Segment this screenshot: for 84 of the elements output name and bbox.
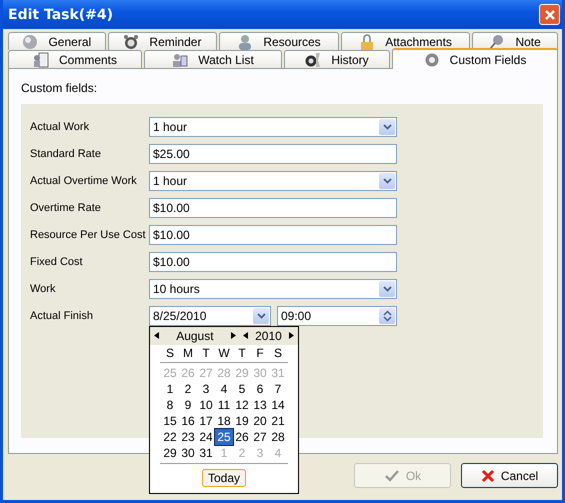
date-field[interactable]: 8/25/2010 [149, 306, 271, 326]
weekday-label: F [255, 345, 265, 361]
text-field[interactable]: $25.00 [149, 144, 397, 164]
year-label: 2010 [255, 328, 282, 342]
calendar-day[interactable]: 30 [179, 444, 197, 460]
field-label: Work [30, 282, 56, 294]
calendar-day[interactable]: 11 [215, 396, 233, 412]
tab[interactable]: Custom Fields [392, 48, 558, 69]
calendar-day[interactable]: 4 [215, 380, 233, 396]
tab[interactable]: Watch List [144, 50, 282, 68]
dropdown-field[interactable]: 1 hour [149, 170, 397, 190]
checkmark-icon [384, 468, 400, 482]
next-month-icon[interactable] [230, 332, 236, 339]
previous-month-icon[interactable] [154, 332, 159, 339]
padlock-icon [359, 34, 376, 50]
today-button[interactable]: Today [202, 468, 246, 486]
calendar-day[interactable]: 3 [197, 380, 215, 396]
calendar-day[interactable]: 16 [179, 412, 197, 428]
document-icon [32, 52, 49, 68]
cancel-button[interactable]: Cancel [461, 463, 558, 488]
spinner-icon [379, 308, 395, 324]
calendar-day[interactable]: 28 [269, 428, 287, 444]
window-title: Edit Task(#4) [8, 6, 114, 22]
text-field[interactable]: $10.00 [149, 224, 397, 244]
field-label: Actual Work [30, 120, 90, 132]
calendar-day[interactable]: 31 [197, 444, 215, 460]
calendar-day[interactable]: 22 [161, 428, 179, 444]
dropdown-field[interactable]: 10 hours [149, 278, 397, 298]
tab[interactable]: Comments [8, 50, 142, 68]
tab[interactable]: Reminder [108, 32, 218, 50]
calendar-day[interactable]: 29 [161, 444, 179, 460]
field-label: Standard Rate [30, 148, 102, 160]
cross-icon [480, 468, 495, 482]
weekday-label: T [237, 345, 247, 361]
calendar-day[interactable]: 6 [251, 380, 269, 396]
dropdown-field[interactable]: 1 hour [149, 116, 397, 136]
calendar-day[interactable]: 9 [179, 396, 197, 412]
calendar-day[interactable]: 5 [233, 380, 251, 396]
calendar-day[interactable]: 12 [233, 396, 251, 412]
calendar-day[interactable]: 10 [197, 396, 215, 412]
calendar-day[interactable]: 15 [161, 412, 179, 428]
calendar-day[interactable]: 17 [197, 412, 215, 428]
weekday-label: T [201, 345, 211, 361]
weekday-label: W [217, 345, 231, 361]
ball-icon [22, 34, 38, 50]
time-field[interactable]: 09:00 [277, 306, 397, 326]
month-label: August [176, 328, 214, 342]
weekday-label: M [182, 345, 194, 361]
calendar-day[interactable]: 13 [251, 396, 269, 412]
tab[interactable]: General [8, 32, 106, 50]
previous-year-icon[interactable] [242, 332, 248, 339]
calendar-day[interactable]: 23 [179, 428, 197, 444]
text-field[interactable]: $10.00 [149, 252, 397, 272]
calendar-day[interactable]: 27 [251, 428, 269, 444]
section-label: Custom fields: [21, 81, 98, 95]
text-field[interactable]: $10.00 [149, 198, 397, 218]
field-label: Overtime Rate [30, 202, 102, 214]
calendar-day[interactable]: 2 [179, 380, 197, 396]
field-label: Resource Per Use Cost [30, 228, 147, 240]
field-label: Actual Finish [30, 310, 94, 322]
next-year-icon[interactable] [289, 332, 294, 339]
calendar-day[interactable]: 25 [215, 428, 233, 444]
calendar-day[interactable]: 7 [269, 380, 287, 396]
close-button[interactable] [539, 4, 560, 25]
weekday-label: S [164, 345, 175, 361]
field-label: Fixed Cost [30, 256, 84, 268]
calendar-day[interactable]: 18 [215, 412, 233, 428]
calendar-day[interactable]: 21 [269, 412, 287, 428]
tab[interactable]: Attachments [340, 32, 470, 50]
calendar-day[interactable]: 1 [161, 380, 179, 396]
calendar-day[interactable]: 19 [233, 412, 251, 428]
calendar-day[interactable]: 24 [197, 428, 215, 444]
tab[interactable]: Resources [219, 32, 339, 50]
people-icon [172, 52, 188, 68]
calendar-day[interactable]: 26 [233, 428, 251, 444]
close-icon [544, 8, 556, 20]
alarm-clock-icon [123, 34, 140, 50]
tab[interactable]: History [284, 50, 390, 68]
field-label: Actual Overtime Work [30, 174, 138, 186]
calendar-day[interactable]: 14 [269, 396, 287, 412]
weekday-label: S [272, 345, 283, 361]
calendar-day[interactable]: 20 [251, 412, 269, 428]
calendar-day[interactable]: 8 [161, 396, 179, 412]
person-icon [237, 34, 254, 50]
